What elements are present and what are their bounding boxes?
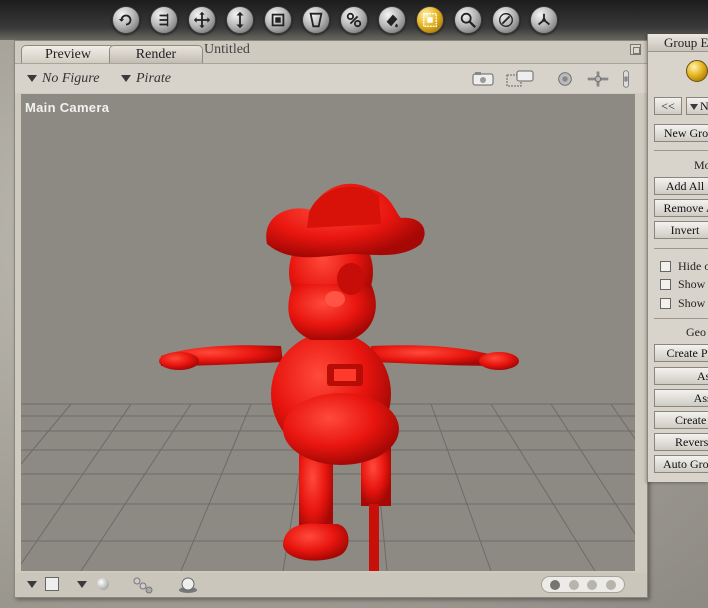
pirate-figure (159, 183, 519, 571)
show-checkbox-1[interactable] (660, 279, 671, 290)
divider (654, 150, 708, 151)
view-option-dot[interactable] (587, 579, 598, 590)
reverse-button[interactable]: Revers (654, 433, 708, 451)
view-zoom-icon[interactable] (619, 69, 633, 89)
rotate-tool-icon[interactable] (112, 6, 140, 34)
add-all-button[interactable]: Add All (654, 177, 708, 195)
tab-render[interactable]: Render (109, 45, 203, 63)
create-button[interactable]: Create (654, 411, 708, 429)
document-window: Preview Render Untitled No Figure Pirate (14, 40, 648, 598)
shadow-options-icon[interactable] (131, 575, 155, 595)
translate-tool-icon[interactable] (188, 6, 216, 34)
tab-preview[interactable]: Preview (21, 45, 115, 63)
grouping-tool-icon[interactable] (686, 60, 708, 82)
triangle-down-icon[interactable] (77, 581, 87, 588)
create-prop-button[interactable]: Create Pr (654, 344, 708, 362)
panel-title[interactable]: Group E (648, 34, 708, 52)
preview-viewport[interactable]: Main Camera (21, 94, 635, 571)
triangle-down-icon[interactable] (27, 581, 37, 588)
triangle-down-icon (27, 75, 37, 83)
translate-in-out-icon[interactable] (226, 6, 254, 34)
divider (654, 248, 708, 249)
invert-button[interactable]: Invert (654, 221, 708, 239)
taper-tool-icon[interactable] (302, 6, 330, 34)
tab-untitled[interactable]: Untitled (201, 41, 253, 59)
color-tool-icon[interactable] (378, 6, 406, 34)
triangle-down-icon (121, 75, 131, 83)
camera-icon[interactable] (471, 69, 497, 89)
view-option-dot[interactable] (605, 579, 616, 590)
tool-strip (0, 0, 708, 40)
previous-group-button[interactable]: << (654, 97, 682, 115)
new-group-button[interactable]: New Grou (654, 124, 708, 142)
view-option-dot[interactable] (568, 579, 579, 590)
modify-heading: Mo (694, 158, 708, 172)
chain-break-icon[interactable] (340, 6, 368, 34)
auto-group-button[interactable]: Auto Gro (654, 455, 708, 473)
view-move-icon[interactable] (583, 69, 613, 89)
actor-menu[interactable]: Pirate (121, 71, 171, 87)
document-bottom-bar (15, 573, 647, 597)
view-magnifier-icon[interactable] (454, 6, 482, 34)
camera-frame-icon[interactable] (505, 69, 535, 89)
show-label-1: Show (678, 277, 706, 291)
hide-checkbox[interactable] (660, 261, 671, 272)
view-rotate-icon[interactable] (555, 69, 575, 89)
camera-label[interactable]: Main Camera (25, 100, 109, 115)
divider (654, 318, 708, 319)
group-select-label: N (700, 99, 708, 113)
document-tab-bar: Preview Render Untitled (15, 41, 647, 63)
actor-menu-label: Pirate (136, 71, 171, 86)
show-label-2: Show (678, 296, 706, 310)
light-icon[interactable] (97, 578, 109, 590)
triangle-down-icon (690, 104, 698, 111)
window-resize-icon[interactable] (630, 44, 641, 55)
grouping-tool-icon[interactable] (416, 6, 444, 34)
direct-manipulation-icon[interactable] (530, 6, 558, 34)
document-options-bar: No Figure Pirate (15, 63, 647, 93)
remove-all-button[interactable]: Remove A (654, 199, 708, 217)
assign-button-1[interactable]: Ass (654, 367, 708, 385)
geometry-heading: Geo (686, 325, 706, 339)
background-color-swatch[interactable] (45, 577, 59, 591)
scene-canvas (21, 183, 635, 571)
assign-button-2[interactable]: Assig (654, 389, 708, 407)
figure-menu-label: No Figure (42, 71, 100, 86)
hide-label: Hide o (678, 259, 708, 273)
morph-brush-icon[interactable] (492, 6, 520, 34)
scale-tool-icon[interactable] (264, 6, 292, 34)
show-checkbox-2[interactable] (660, 298, 671, 309)
view-options-pill[interactable] (541, 576, 625, 593)
group-select[interactable]: N (686, 97, 708, 115)
group-editor-panel: Group E << N New Grou Mo Add All Remove … (647, 34, 708, 482)
ground-shadow-icon[interactable] (177, 576, 199, 594)
view-option-dot[interactable] (550, 579, 561, 590)
twist-tool-icon[interactable] (150, 6, 178, 34)
figure-menu[interactable]: No Figure (27, 71, 99, 87)
